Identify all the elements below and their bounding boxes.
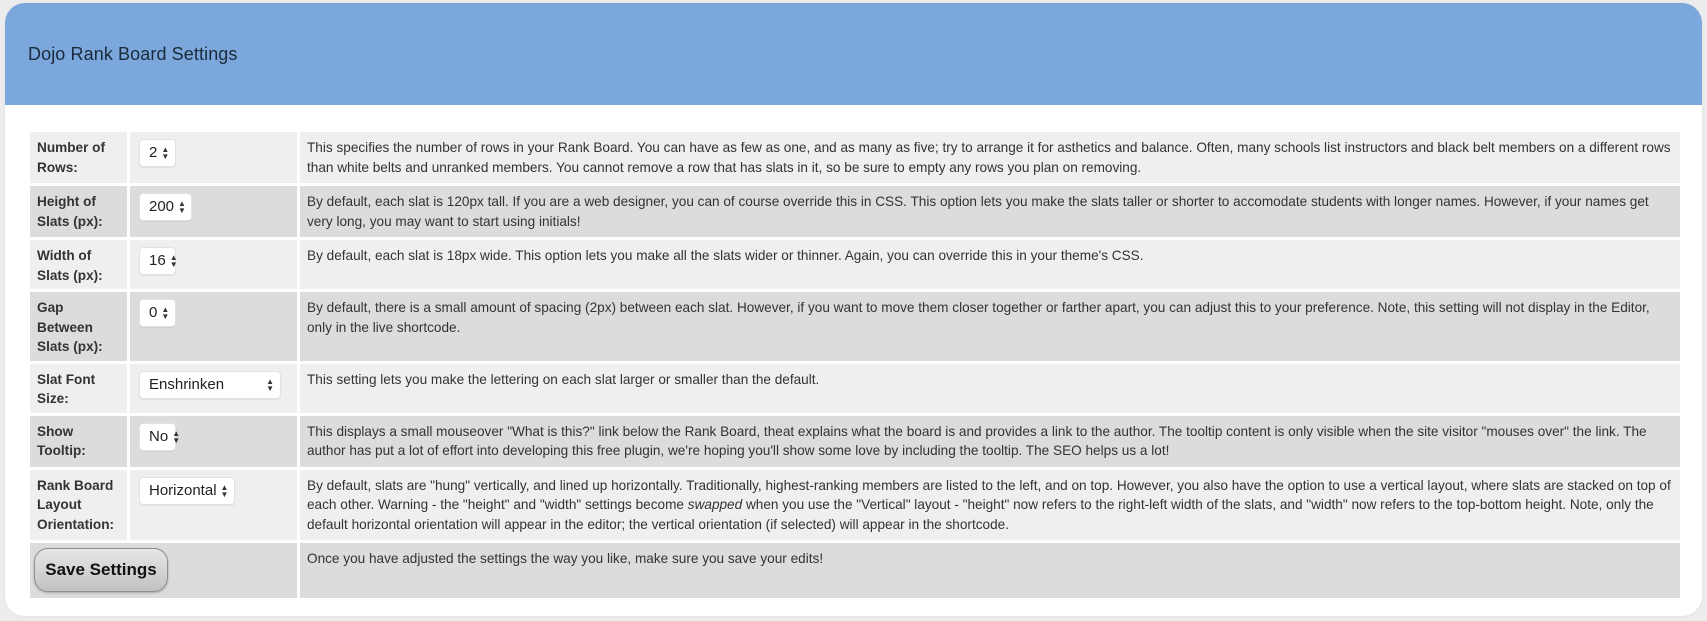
setting-label: Height of Slats (px): (30, 186, 130, 237)
setting-description: By default, each slat is 18px wide. This… (300, 240, 1680, 289)
setting-label: Rank Board Layout Orientation: (30, 469, 130, 540)
setting-description: By default, there is a small amount of s… (300, 292, 1680, 361)
setting-description: Once you have adjusted the settings the … (300, 543, 1680, 598)
rows-count-select[interactable]: 2 ▲ ▼ (139, 139, 176, 167)
page-title: Dojo Rank Board Settings (28, 43, 238, 64)
show-tooltip-select[interactable]: No ▲ ▼ (139, 422, 180, 451)
select-value: 2 (149, 144, 158, 161)
setting-row-width-of-slats: Width of Slats (px): 16 ▲ ▼ By default, e… (30, 240, 1680, 289)
select-value: 200 (149, 198, 175, 215)
setting-label: Slat Font Size: (30, 363, 130, 413)
select-arrows-icon: ▲ ▼ (169, 253, 178, 269)
setting-label: Width of Slats (px): (30, 240, 130, 289)
setting-label: Show Tooltip: (30, 415, 130, 467)
setting-row-number-of-rows: Number of Rows: 2 ▲ ▼ This specifies the … (30, 132, 1680, 183)
setting-description: This setting lets you make the lettering… (300, 363, 1680, 413)
slat-width-select[interactable]: 16 ▲ ▼ (139, 247, 178, 275)
setting-description: This specifies the number of rows in you… (300, 132, 1680, 183)
emphasis-swapped: swapped (687, 497, 743, 512)
select-arrows-icon: ▲ ▼ (161, 305, 170, 321)
save-settings-button[interactable]: Save Settings (34, 548, 168, 592)
select-value: 0 (149, 304, 158, 321)
setting-row-height-of-slats: Height of Slats (px): 200 ▲ ▼ By default,… (30, 186, 1680, 237)
setting-label: Gap Between Slats (px): (30, 292, 130, 361)
setting-row-show-tooltip: Show Tooltip: No ▲ ▼ This displays a smal… (30, 415, 1680, 467)
setting-description: By default, slats are "hung" vertically,… (300, 469, 1680, 540)
select-value: Horizontal (149, 481, 217, 499)
select-arrows-icon: ▲ ▼ (172, 428, 181, 445)
layout-orientation-select[interactable]: Horizontal ▲ ▼ (139, 476, 235, 505)
setting-row-layout-orientation: Rank Board Layout Orientation: Horizonta… (30, 469, 1680, 540)
select-value: 16 (149, 252, 166, 269)
setting-description: By default, each slat is 120px tall. If … (300, 186, 1680, 237)
setting-row-slat-font-size: Slat Font Size: Enshrinken ▲ ▼ This setti… (30, 363, 1680, 413)
panel-header: Dojo Rank Board Settings (5, 3, 1702, 105)
slat-gap-select[interactable]: 0 ▲ ▼ (139, 299, 176, 327)
select-value: Enshrinken (149, 375, 225, 393)
setting-row-save: Save Settings Once you have adjusted the… (30, 543, 1680, 598)
setting-description: This displays a small mouseover "What is… (300, 415, 1680, 467)
settings-table: Number of Rows: 2 ▲ ▼ This specifies the … (30, 129, 1680, 601)
select-arrows-icon: ▲ ▼ (178, 199, 186, 215)
settings-panel: Dojo Rank Board Settings Number of Rows:… (5, 3, 1702, 616)
setting-label: Number of Rows: (30, 132, 130, 183)
select-arrows-icon: ▲ ▼ (161, 145, 170, 161)
select-value: No (149, 427, 169, 445)
setting-row-gap-between-slats: Gap Between Slats (px): 0 ▲ ▼ By default,… (30, 292, 1680, 361)
slat-height-select[interactable]: 200 ▲ ▼ (139, 193, 192, 221)
select-arrows-icon: ▲ ▼ (266, 376, 274, 393)
select-arrows-icon: ▲ ▼ (220, 482, 229, 499)
slat-font-size-select[interactable]: Enshrinken ▲ ▼ (139, 370, 281, 399)
